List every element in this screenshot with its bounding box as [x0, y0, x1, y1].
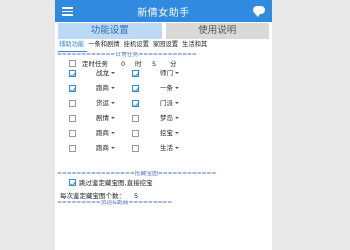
chat-bubble-icon[interactable]	[253, 6, 265, 17]
chevron-down-icon	[175, 102, 179, 104]
chevron-down-icon	[175, 87, 179, 89]
timed-task-hour-input[interactable]: 0	[121, 60, 125, 68]
task-left-select-value: 跑商	[96, 84, 109, 92]
task-right-select[interactable]: 门派	[141, 99, 179, 108]
main-tabs: 功能设置 使用说明	[58, 23, 269, 39]
subtab-yitiao-story[interactable]: 一条和剧情	[87, 40, 122, 52]
task-left-select-value: 跑商	[96, 144, 109, 152]
task-left-checkbox[interactable]	[69, 145, 76, 152]
task-right-select-value: 梦岛	[160, 114, 173, 122]
chevron-down-icon	[111, 117, 115, 119]
timed-task-checkbox[interactable]	[69, 60, 76, 67]
task-right-select[interactable]: 师门	[141, 69, 179, 78]
task-left-select-value: 战龙	[96, 69, 109, 77]
chevron-down-icon	[111, 132, 115, 134]
chevron-down-icon	[175, 147, 179, 149]
daily-tasks-header: ============日常任务============	[57, 52, 197, 58]
chevron-down-icon	[111, 102, 115, 104]
chevron-down-icon	[111, 87, 115, 89]
task-left-checkbox[interactable]	[69, 100, 76, 107]
subtab-home-settings[interactable]: 家园设置	[152, 40, 181, 52]
chevron-down-icon	[175, 117, 179, 119]
task-right-checkbox[interactable]	[132, 115, 139, 122]
task-right-select-value: 挖宝	[160, 129, 173, 137]
app-title: 新倩女助手	[137, 8, 190, 19]
task-left-checkbox[interactable]	[69, 70, 76, 77]
task-right-select-value: 门派	[160, 99, 173, 107]
skip-appraisal-label: 跳过鉴定藏宝图,直接挖宝	[79, 179, 153, 187]
app-window: 新倩女助手 功能设置 使用说明 辅助功能 一条和剧情 挂机设置 家园设置 生活和…	[55, 0, 272, 250]
tab-usage-instructions[interactable]: 使用说明	[165, 23, 269, 39]
task-left-select[interactable]: 货运	[82, 99, 115, 108]
task-left-select-value: 货运	[96, 99, 109, 107]
subtab-afk-settings[interactable]: 挂机设置	[123, 40, 152, 52]
task-right-checkbox[interactable]	[132, 130, 139, 137]
minute-unit-label: 分	[170, 60, 177, 68]
task-right-select[interactable]: 一条	[141, 84, 179, 93]
task-left-select[interactable]: 战龙	[82, 69, 115, 78]
task-left-checkbox[interactable]	[69, 85, 76, 92]
task-right-select[interactable]: 生活	[141, 144, 179, 153]
task-right-select[interactable]: 挖宝	[141, 129, 179, 138]
task-right-checkbox[interactable]	[132, 100, 139, 107]
hour-unit-label: 时	[135, 60, 142, 68]
task-right-checkbox[interactable]	[132, 85, 139, 92]
task-right-select-value: 一条	[160, 84, 173, 92]
task-right-checkbox[interactable]	[132, 145, 139, 152]
freight-trade-header: =========货运&跑商=========	[57, 200, 173, 206]
task-right-select[interactable]: 梦岛	[141, 114, 179, 123]
task-left-checkbox[interactable]	[69, 115, 76, 122]
timed-task-label: 定时任务	[82, 60, 108, 68]
task-left-checkbox[interactable]	[69, 130, 76, 137]
timed-task-minute-input[interactable]: 5	[152, 60, 156, 68]
task-right-select-value: 生活	[160, 144, 173, 152]
sub-tabs: 辅助功能 一条和剧情 挂机设置 家园设置 生活和其	[58, 40, 272, 52]
treasure-map-header: ================挖藏宝图============	[57, 171, 217, 177]
chevron-down-icon	[111, 147, 115, 149]
chevron-down-icon	[175, 132, 179, 134]
chevron-down-icon	[111, 72, 115, 74]
subtab-auxiliary[interactable]: 辅助功能	[58, 40, 88, 52]
task-right-select-value: 师门	[160, 69, 173, 77]
appraisal-count-input[interactable]: 5	[134, 192, 138, 200]
subtab-life-other[interactable]: 生活和其	[181, 40, 210, 52]
chevron-down-icon	[175, 72, 179, 74]
title-bar: 新倩女助手	[55, 0, 272, 22]
task-left-select-value: 剧情	[96, 114, 109, 122]
task-left-select[interactable]: 跑商	[82, 84, 115, 93]
task-left-select[interactable]: 跑商	[82, 144, 115, 153]
appraisal-count-label: 每次鉴定藏宝图个数：	[60, 192, 125, 200]
task-left-select[interactable]: 跑商	[82, 129, 115, 138]
task-left-select[interactable]: 剧情	[82, 114, 115, 123]
task-left-select-value: 跑商	[96, 129, 109, 137]
task-right-checkbox[interactable]	[132, 70, 139, 77]
skip-appraisal-checkbox[interactable]	[69, 179, 76, 186]
tab-function-settings[interactable]: 功能设置	[58, 23, 162, 39]
